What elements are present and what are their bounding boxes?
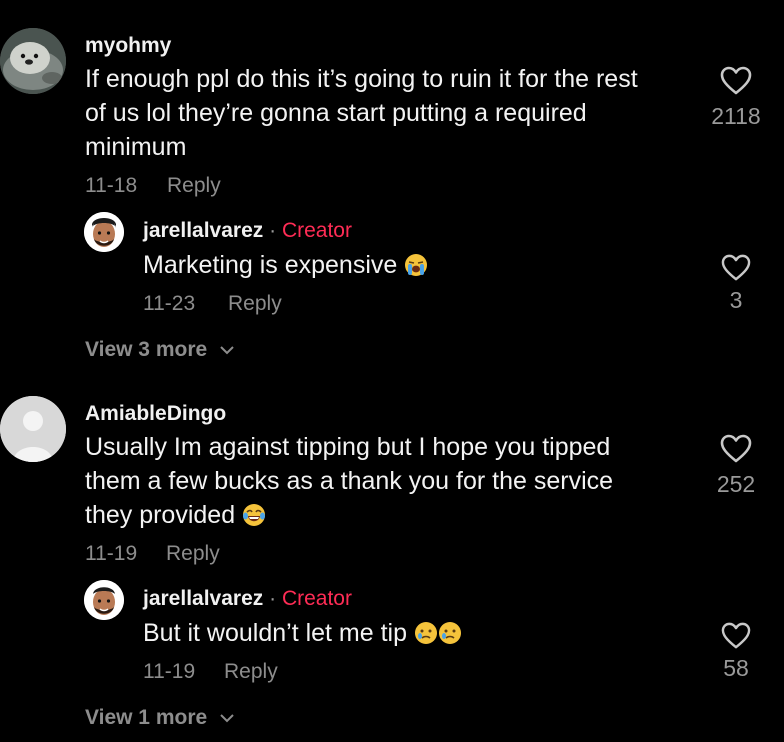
comment-text-line: them a few bucks as a thank you for the …	[85, 467, 614, 495]
reply-username[interactable]: jarellalvarez	[143, 219, 263, 242]
like-button[interactable]: 252	[706, 434, 766, 498]
avatar[interactable]	[84, 212, 124, 252]
view-more-label: View 3 more	[85, 338, 208, 361]
chevron-down-icon	[220, 346, 234, 355]
reply-date: 11-19	[143, 660, 196, 683]
reply-header: jarellalvarez · Creator	[143, 587, 352, 611]
avatar[interactable]	[0, 396, 66, 462]
reply-username[interactable]: jarellalvarez	[143, 587, 263, 610]
like-count: 58	[723, 655, 749, 681]
comment-username[interactable]: AmiableDingo	[85, 402, 226, 426]
avatar[interactable]	[84, 580, 124, 620]
reply-button[interactable]: Reply	[224, 660, 278, 684]
avatar[interactable]	[0, 28, 66, 94]
reply-button[interactable]: Reply	[167, 174, 221, 198]
reply-text-content: Marketing is expensive	[143, 251, 398, 279]
heart-icon	[721, 254, 751, 281]
default-avatar-icon	[0, 396, 66, 462]
crying-face-icon	[438, 622, 461, 644]
comment-date: 11-19	[85, 542, 138, 565]
like-button[interactable]: 2118	[706, 66, 766, 130]
separator: ·	[269, 219, 277, 242]
heart-icon	[720, 66, 752, 95]
reply-header: jarellalvarez · Creator	[143, 219, 352, 243]
like-count: 252	[716, 471, 756, 497]
like-button[interactable]: 58	[706, 622, 766, 682]
creator-avatar-icon	[84, 580, 124, 620]
chevron-down-icon	[220, 714, 234, 723]
separator: ·	[269, 587, 277, 610]
view-more-replies[interactable]: View 1 more	[85, 706, 235, 730]
like-button[interactable]: 3	[706, 254, 766, 314]
like-count: 2118	[711, 103, 761, 129]
comment-text: If enough ppl do this it’s going to ruin…	[85, 62, 705, 164]
loudly-crying-face-icon	[405, 254, 428, 276]
comment-text: Usually Im against tipping but I hope yo…	[85, 430, 705, 532]
reply-text-content: But it wouldn’t let me tip	[143, 619, 408, 647]
reply-button[interactable]: Reply	[228, 292, 282, 316]
view-more-label: View 1 more	[85, 706, 208, 729]
comment-username[interactable]: myohmy	[85, 34, 171, 58]
reply-date: 11-23	[143, 292, 196, 315]
reply-button[interactable]: Reply	[166, 542, 220, 566]
heart-icon	[721, 622, 751, 649]
view-more-replies[interactable]: View 3 more	[85, 338, 235, 362]
comment-text-line: they provided	[85, 498, 705, 532]
like-count: 3	[729, 287, 743, 313]
creator-badge: Creator	[281, 587, 352, 610]
comment-date: 11-18	[85, 174, 138, 197]
comment-text-line: of us lol they’re gonna start putting a …	[85, 99, 587, 127]
comment-text-line: minimum	[85, 133, 187, 161]
creator-avatar-icon	[84, 212, 124, 252]
otter-avatar-icon	[0, 28, 66, 94]
crying-face-icon	[414, 622, 437, 644]
tears-of-joy-icon	[243, 504, 266, 526]
comment-text-line: Usually Im against tipping but I hope yo…	[85, 433, 611, 461]
comment-text-fragment: they provided	[85, 501, 236, 529]
creator-badge: Creator	[281, 219, 352, 242]
reply-text: Marketing is expensive	[143, 248, 428, 282]
comment-text-line: If enough ppl do this it’s going to ruin…	[85, 65, 638, 93]
reply-text: But it wouldn’t let me tip	[143, 616, 462, 650]
heart-icon	[720, 434, 752, 463]
